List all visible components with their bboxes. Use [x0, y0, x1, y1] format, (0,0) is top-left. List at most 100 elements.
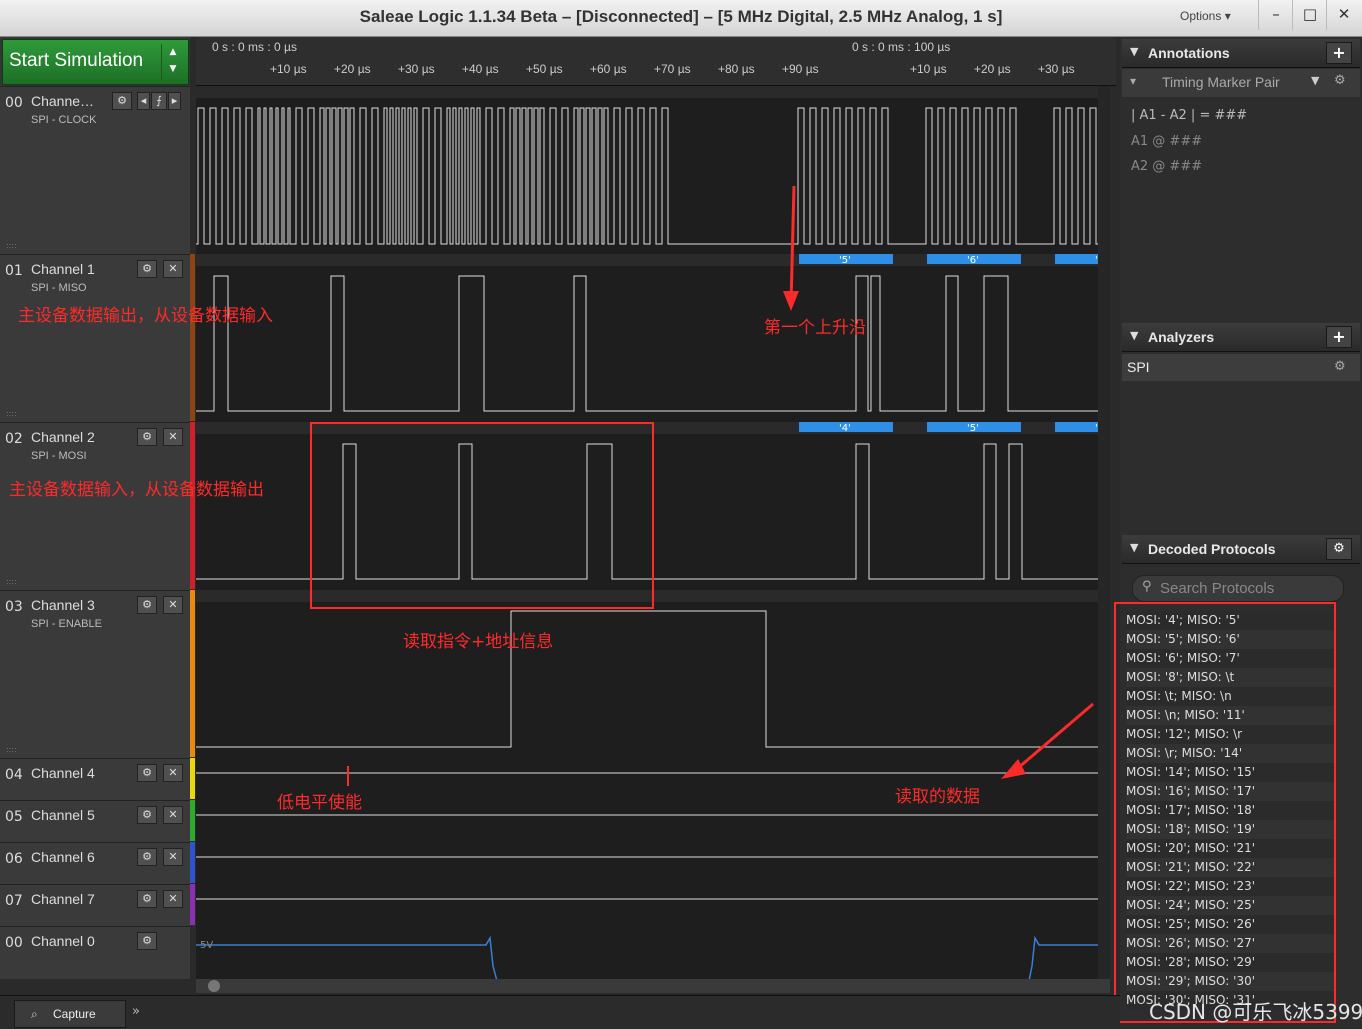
channel-row-2[interactable]: 02 Channel 2 SPI - MOSI ⚙ ✕ :::: — [0, 422, 190, 590]
options-menu[interactable]: Options ▾ — [1180, 9, 1231, 23]
channel-number: 00 — [5, 935, 23, 951]
gear-icon[interactable]: ⚙ — [137, 890, 157, 908]
channel-number: 00 — [5, 95, 23, 111]
timing-marker-label: Timing Marker Pair — [1162, 74, 1280, 90]
gear-icon[interactable]: ⚙ — [137, 848, 157, 866]
gear-icon[interactable]: ⚙ — [1334, 359, 1346, 374]
collapse-triangle-icon[interactable]: ▼ — [1130, 45, 1138, 58]
time-tick-label: +10 µs — [910, 62, 947, 76]
start-simulation-button[interactable]: Start Simulation ▲ ▼ — [2, 39, 189, 85]
timing-marker-row[interactable]: ▾ Timing Marker Pair ▼ ⚙ — [1122, 69, 1360, 97]
channel-row-1[interactable]: 01 Channel 1 SPI - MISO ⚙ ✕ :::: — [0, 254, 190, 422]
scrollbar-thumb[interactable] — [208, 980, 220, 992]
channel-color-bar — [190, 254, 195, 421]
time-tick-label: +80 µs — [718, 62, 755, 76]
start-options-stepper[interactable]: ▲ ▼ — [161, 44, 184, 80]
more-tabs-icon[interactable]: » — [132, 1004, 140, 1019]
channel-analyzer-label: SPI - MOSI — [31, 450, 87, 462]
add-annotation-button[interactable]: + — [1326, 42, 1352, 64]
capture-tab[interactable]: ⌕ Capture — [14, 1000, 126, 1028]
channel-row-5[interactable]: 05 Channel 5 ⚙ ✕ — [0, 800, 190, 842]
gear-icon[interactable]: ⚙ — [137, 932, 157, 950]
gear-icon[interactable]: ⚙ — [1326, 538, 1352, 560]
read-command-annotation: 读取指令+地址信息 — [403, 632, 554, 652]
bottom-bar: ⌕ Capture » — [0, 995, 1120, 1029]
decoded-protocols-header[interactable]: ▼ Decoded Protocols ⚙ — [1122, 535, 1360, 564]
read-command-highlight-box — [310, 422, 654, 609]
close-icon[interactable]: ✕ — [163, 764, 183, 782]
time-marker-label: 0 s : 0 ms : 100 µs — [852, 40, 951, 54]
analyzers-header[interactable]: ▼ Analyzers + — [1122, 323, 1360, 352]
drag-handle-icon[interactable]: :::: — [6, 409, 17, 418]
close-icon[interactable]: ✕ — [163, 848, 183, 866]
maximize-button[interactable]: □ — [1292, 0, 1327, 30]
decoded-protocols-title: Decoded Protocols — [1148, 541, 1276, 557]
trigger-left-icon[interactable]: ◂ — [137, 92, 150, 110]
gear-icon[interactable]: ⚙ — [1334, 73, 1346, 88]
channel-row-analog-0[interactable]: 00 Channel 0 ⚙ — [0, 926, 190, 979]
channel-analyzer-label: SPI - MISO — [31, 282, 87, 294]
channel-number: 07 — [5, 893, 23, 909]
analog-5v-label: 5V — [200, 940, 213, 951]
drag-handle-icon[interactable]: :::: — [6, 577, 17, 586]
gear-icon[interactable]: ⚙ — [137, 764, 157, 782]
channel-number: 02 — [5, 431, 23, 447]
channel-row-3[interactable]: 03 Channel 3 SPI - ENABLE ⚙ ✕ :::: — [0, 590, 190, 758]
chevron-up-icon: ▲ — [169, 47, 177, 57]
channel-name[interactable]: Channel 0 — [31, 933, 95, 949]
channel-name[interactable]: Channel 4 — [31, 765, 95, 781]
gear-icon[interactable]: ⚙ — [137, 428, 157, 446]
miso-trace — [196, 275, 1110, 412]
marker-pin-icon: ▾ — [1130, 74, 1137, 88]
collapse-triangle-icon[interactable]: ▼ — [1130, 541, 1138, 554]
decoded-data-highlight-box — [1114, 602, 1336, 1023]
channel-row-6[interactable]: 06 Channel 6 ⚙ ✕ — [0, 842, 190, 884]
channel-number: 03 — [5, 599, 23, 615]
channel-name[interactable]: Channe… — [31, 93, 94, 109]
close-icon[interactable]: ✕ — [163, 596, 183, 614]
collapse-triangle-icon[interactable]: ▼ — [1130, 329, 1138, 342]
channel-name[interactable]: Channel 3 — [31, 597, 95, 613]
lane-header — [196, 86, 1110, 98]
trigger-right-icon[interactable]: ▸ — [168, 92, 181, 110]
add-analyzer-button[interactable]: + — [1326, 326, 1352, 348]
search-protocols-input[interactable]: ⚲ Search Protocols — [1132, 575, 1344, 602]
gear-icon[interactable]: ⚙ — [112, 92, 132, 110]
channel-row-0[interactable]: 00 Channe… SPI - CLOCK ⚙ ◂ ⨍ ▸ :::: — [0, 86, 190, 254]
close-button[interactable]: ✕ — [1326, 0, 1361, 30]
time-ruler[interactable]: 0 s : 0 ms : 0 µs 0 s : 0 ms : 100 µs +1… — [196, 37, 1116, 86]
decode-label: '5' — [967, 423, 979, 434]
channel-name[interactable]: Channel 1 — [31, 261, 95, 277]
annotations-header[interactable]: ▼ Annotations + — [1122, 39, 1360, 68]
channel-row-7[interactable]: 07 Channel 7 ⚙ ✕ — [0, 884, 190, 926]
decode-label: '5' — [839, 255, 851, 266]
close-icon[interactable]: ✕ — [163, 260, 183, 278]
gear-icon[interactable]: ⚙ — [137, 806, 157, 824]
gear-icon[interactable]: ⚙ — [137, 596, 157, 614]
drag-handle-icon[interactable]: :::: — [6, 745, 17, 754]
close-icon[interactable]: ✕ — [163, 428, 183, 446]
channel-name[interactable]: Channel 5 — [31, 807, 95, 823]
analyzer-item-spi[interactable]: SPI ⚙ — [1122, 354, 1360, 381]
channel-name[interactable]: Channel 2 — [31, 429, 95, 445]
channel-name[interactable]: Channel 6 — [31, 849, 95, 865]
time-tick-label: +40 µs — [462, 62, 499, 76]
clock-trace — [196, 107, 1110, 245]
close-icon[interactable]: ✕ — [163, 890, 183, 908]
rising-edge-trigger-icon[interactable]: ⨍ — [151, 92, 167, 110]
csdn-watermark: CSDN @可乐飞冰5399 — [1149, 1000, 1362, 1024]
horizontal-scrollbar[interactable] — [196, 979, 1110, 993]
chevron-down-icon[interactable]: ▼ — [1311, 74, 1319, 87]
analyzer-name: SPI — [1127, 359, 1150, 375]
time-tick-label: +60 µs — [590, 62, 627, 76]
channel-analyzer-label: SPI - CLOCK — [31, 114, 97, 126]
analog-trace — [196, 935, 1110, 979]
channel-color-bar — [190, 884, 195, 925]
minimize-button[interactable]: – — [1258, 0, 1293, 30]
title-bar: Saleae Logic 1.1.34 Beta – [Disconnected… — [0, 0, 1362, 37]
drag-handle-icon[interactable]: :::: — [6, 241, 17, 250]
channel-row-4[interactable]: 04 Channel 4 ⚙ ✕ — [0, 758, 190, 800]
gear-icon[interactable]: ⚙ — [137, 260, 157, 278]
channel-name[interactable]: Channel 7 — [31, 891, 95, 907]
close-icon[interactable]: ✕ — [163, 806, 183, 824]
